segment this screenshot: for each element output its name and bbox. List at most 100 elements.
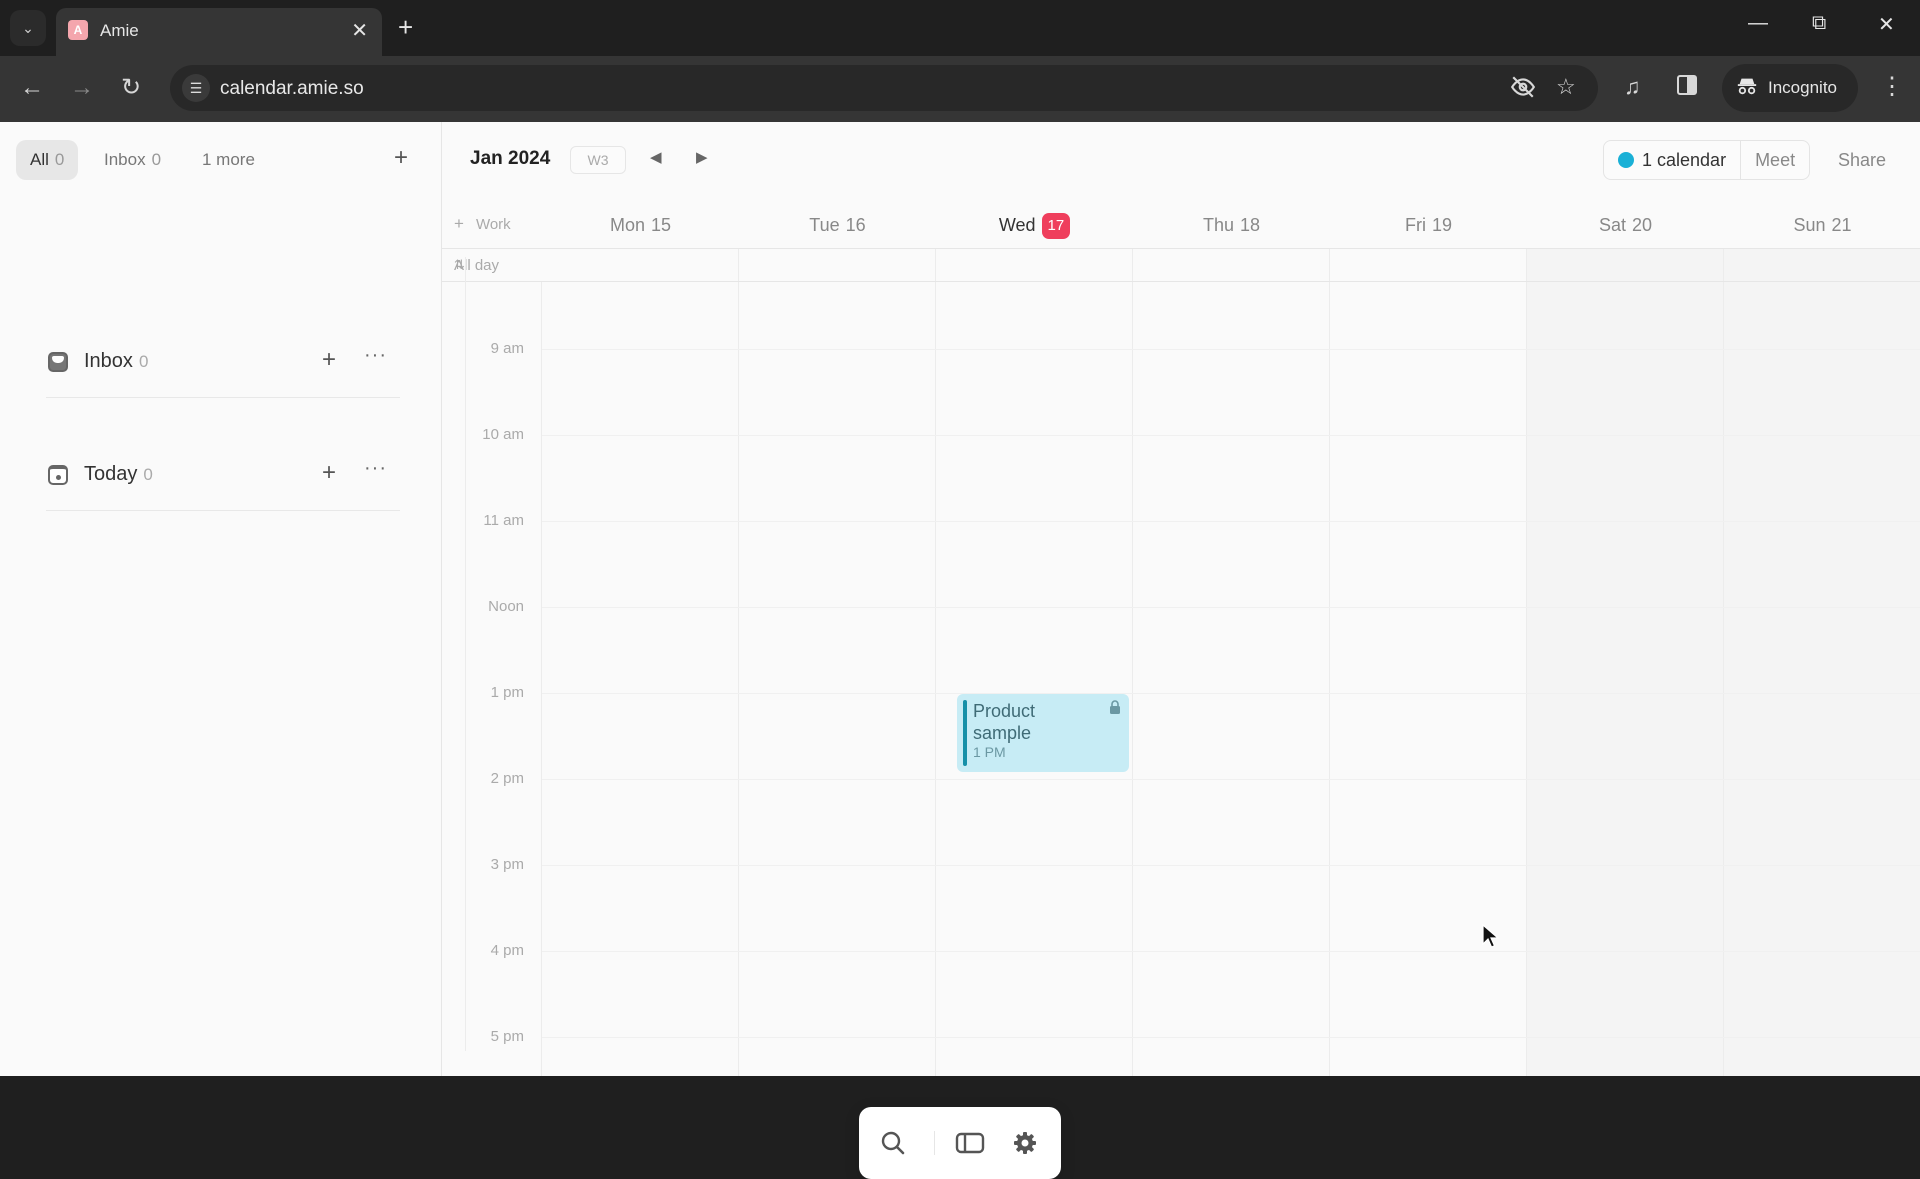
day-date: 20 (1632, 215, 1653, 235)
mouse-cursor-icon (1482, 924, 1500, 948)
day-name: Wed (998, 215, 1036, 235)
hour-gridline (542, 865, 1920, 866)
day-date: 19 (1431, 215, 1453, 235)
tab-title: Amie (100, 21, 139, 40)
day-header-thu[interactable]: Thu 18 (1133, 210, 1330, 240)
close-window-icon[interactable]: ✕ (1878, 12, 1895, 37)
filter-inbox[interactable]: Inbox 0 (90, 140, 175, 180)
day-header-tue[interactable]: Tue 16 (739, 210, 936, 240)
forward-icon[interactable]: → (70, 74, 94, 102)
add-list-icon[interactable]: + (394, 144, 408, 172)
media-icon[interactable]: ♫ (1624, 74, 1641, 100)
calendar-view: Jan 2024 W3 ◀ ▶ 1 calendar Meet Share + W… (442, 122, 1920, 1076)
hour-label: 10 am (482, 426, 524, 443)
day-column-fri[interactable] (1330, 282, 1527, 1076)
day-column-thu[interactable] (1133, 282, 1330, 1076)
search-icon[interactable] (879, 1129, 907, 1157)
all-day-label[interactable]: ⇅ All day (454, 257, 499, 1051)
filter-label: All (30, 150, 49, 169)
new-tab-icon[interactable]: + (398, 12, 413, 42)
day-column-tue[interactable] (739, 282, 936, 1076)
browser-tab[interactable]: A Amie ✕ (56, 8, 382, 56)
event-title: Product sample (973, 701, 1036, 743)
all-day-cell[interactable] (739, 249, 936, 281)
time-grid[interactable]: 9 am 10 am 11 am Noon 1 pm 2 pm 3 pm 4 pm 5 pm P… (442, 282, 1920, 1076)
share-button[interactable]: Share (1838, 150, 1886, 171)
meet-button[interactable]: Meet (1740, 141, 1809, 179)
side-panel-icon[interactable] (1676, 74, 1698, 102)
day-name: Thu (1202, 215, 1234, 235)
add-task-icon[interactable]: + (322, 346, 336, 374)
browser-toolbar: ← → ↻ ☰ calendar.amie.so ☆ ♫ Incognito ⋮ (0, 56, 1920, 122)
minimize-icon[interactable]: — (1748, 12, 1768, 35)
hour-gridline (542, 693, 1920, 694)
sidebar-toggle-icon[interactable] (955, 1129, 985, 1157)
incognito-icon (1736, 75, 1758, 102)
day-date: 18 (1240, 215, 1261, 235)
all-day-row[interactable]: ⇅ All day (442, 248, 1920, 1051)
all-day-cell[interactable] (1133, 249, 1330, 281)
kebab-menu-icon[interactable]: ⋮ (1880, 72, 1904, 101)
event-time: 1 PM (973, 744, 1006, 760)
amie-favicon-icon: A (68, 20, 88, 40)
hour-gridline (542, 1037, 1920, 1038)
all-day-cell[interactable] (542, 249, 739, 281)
day-header-sat[interactable]: Sat 20 (1527, 210, 1724, 240)
work-calendar-toggle[interactable]: + Work (454, 214, 511, 234)
reload-icon[interactable]: ↻ (121, 74, 141, 102)
calendar-color-dot (1618, 152, 1634, 168)
all-day-cell[interactable] (1724, 249, 1920, 281)
filter-label: Inbox (104, 150, 146, 169)
hour-gridline (542, 951, 1920, 952)
toolbar-divider (934, 1131, 935, 1155)
section-count: 0 (138, 352, 149, 371)
section-count: 0 (143, 465, 153, 484)
incognito-label: Incognito (1768, 78, 1837, 97)
week-badge: W3 (570, 146, 626, 174)
more-options-icon[interactable]: ··· (364, 457, 387, 480)
all-day-cell[interactable] (936, 249, 1133, 281)
all-day-cell[interactable] (1330, 249, 1527, 281)
next-week-icon[interactable]: ▶ (696, 148, 708, 166)
prev-week-icon[interactable]: ◀ (650, 148, 662, 166)
floating-toolbar (859, 1107, 1061, 1179)
lock-icon (1110, 700, 1120, 714)
hour-label: 1 pm (490, 684, 524, 701)
address-bar[interactable]: ☰ calendar.amie.so ☆ (170, 65, 1598, 111)
close-tab-icon[interactable]: ✕ (351, 18, 368, 43)
day-header-wed[interactable]: Wed 17 (936, 210, 1133, 240)
add-task-icon[interactable]: + (322, 459, 336, 487)
sidebar-section-today[interactable]: Today 0 + ··· (46, 451, 400, 511)
event-accent-bar (963, 700, 967, 766)
settings-icon[interactable] (1011, 1129, 1039, 1157)
day-column-mon[interactable] (542, 282, 739, 1076)
amie-app: All 0 Inbox 0 1 more + Inbox 0 + ··· Today 0… (0, 122, 1920, 1179)
filter-more[interactable]: 1 more (188, 140, 269, 180)
calendars-button[interactable]: 1 calendar (1604, 141, 1740, 179)
today-date-badge: 17 (1041, 213, 1071, 239)
work-label: Work (475, 216, 511, 233)
hour-gridline (542, 521, 1920, 522)
day-header-sun[interactable]: Sun 21 (1724, 210, 1920, 240)
all-day-cell[interactable] (1527, 249, 1724, 281)
sidebar-section-inbox[interactable]: Inbox 0 + ··· (46, 338, 400, 398)
hour-gridline (542, 435, 1920, 436)
star-icon[interactable]: ☆ (1556, 74, 1576, 100)
restore-icon[interactable]: ⧉ (1812, 12, 1826, 35)
day-header-fri[interactable]: Fri 19 (1330, 210, 1527, 240)
url-text[interactable]: calendar.amie.so (220, 78, 364, 100)
incognito-badge[interactable]: Incognito (1722, 64, 1858, 112)
day-header-mon[interactable]: Mon 15 (542, 210, 739, 240)
day-date: 15 (650, 215, 672, 235)
day-column-sat[interactable] (1527, 282, 1724, 1076)
more-options-icon[interactable]: ··· (364, 344, 387, 367)
tab-list-button[interactable]: ⌄ (10, 10, 46, 46)
day-column-wed[interactable] (936, 282, 1133, 1076)
back-icon[interactable]: ← (20, 74, 44, 102)
calendar-event[interactable]: Product sample 1 PM (957, 694, 1129, 772)
day-name: Sun (1793, 215, 1826, 235)
eye-off-icon[interactable] (1510, 74, 1536, 106)
day-column-sun[interactable] (1724, 282, 1920, 1076)
site-info-icon[interactable]: ☰ (182, 74, 210, 102)
filter-all[interactable]: All 0 (16, 140, 79, 180)
